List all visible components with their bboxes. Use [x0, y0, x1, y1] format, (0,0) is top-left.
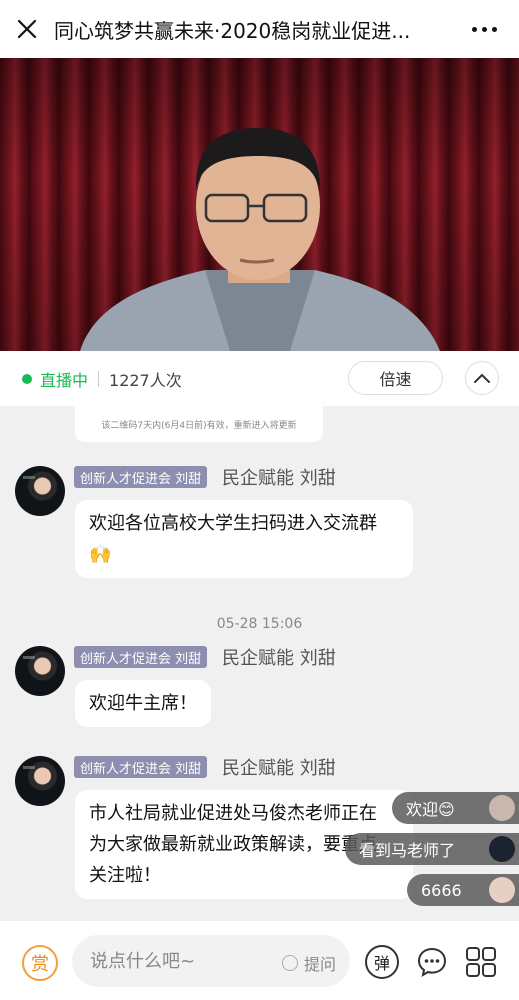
avatar	[489, 795, 515, 821]
danmu-icon: 弹	[365, 945, 399, 979]
viewer-count: 1227人次	[109, 370, 182, 390]
live-indicator-icon	[22, 373, 32, 384]
collapse-button[interactable]	[465, 361, 499, 395]
timestamp: 05-28 15:06	[216, 616, 303, 632]
danmu-item: 欢迎😊	[392, 792, 519, 824]
close-icon	[17, 19, 37, 39]
sender-name: 民企赋能 刘甜	[222, 758, 336, 779]
danmu-text: 6666	[421, 880, 462, 900]
qr-image-caption[interactable]: 该二维码7天内(6月4日前)有效，重新进入将更新	[75, 406, 323, 442]
chat-list[interactable]: 该二维码7天内(6月4日前)有效，重新进入将更新 创新人才促进会 刘甜 民企赋能…	[0, 406, 519, 921]
live-video[interactable]	[0, 58, 519, 351]
grid-icon	[466, 947, 496, 977]
live-status: 直播中	[40, 370, 89, 390]
sender-tag: 创新人才促进会 刘甜	[74, 646, 208, 668]
comment-input[interactable]	[90, 947, 270, 975]
avatar	[489, 877, 515, 903]
bottom-toolbar: 赏 提问 弹	[0, 921, 519, 1000]
chat-button[interactable]	[415, 945, 449, 979]
danmu-item: 看到马老师了	[345, 833, 519, 865]
danmu-item: 6666	[407, 874, 519, 906]
chat-bubble-icon	[417, 947, 447, 978]
presenter-image	[80, 128, 440, 351]
message-bubble: 欢迎各位高校大学生扫码进入交流群 🙌	[75, 500, 413, 578]
message-text: 关注啦！	[89, 865, 161, 886]
live-status-bar: 直播中 1227人次 倍速	[0, 351, 519, 406]
sender-name: 民企赋能 刘甜	[222, 648, 336, 669]
emoji: 🙌	[89, 544, 112, 565]
sender-name: 民企赋能 刘甜	[222, 468, 336, 489]
message-text: 欢迎各位高校大学生扫码进入交流群	[89, 513, 377, 534]
avatar[interactable]	[15, 466, 65, 516]
page-title: 同心筑梦共赢未来·2020稳岗就业促进...	[54, 18, 411, 43]
danmu-toggle-button[interactable]: 弹	[365, 945, 399, 979]
avatar[interactable]	[15, 646, 65, 696]
divider	[98, 370, 100, 387]
reward-button[interactable]: 赏	[22, 945, 58, 981]
sender-tag: 创新人才促进会 刘甜	[74, 756, 208, 778]
radio-icon	[281, 955, 298, 971]
avatar[interactable]	[15, 756, 65, 806]
ask-label: 提问	[303, 955, 336, 974]
close-button[interactable]	[0, 0, 54, 58]
more-button[interactable]	[467, 14, 501, 44]
avatar	[489, 836, 515, 862]
ask-toggle[interactable]: 提问	[281, 951, 336, 975]
playback-speed-button[interactable]: 倍速	[348, 361, 443, 395]
message-bubble: 欢迎牛主席！	[75, 680, 211, 727]
chevron-up-icon	[474, 373, 490, 383]
top-bar: 同心筑梦共赢未来·2020稳岗就业促进...	[0, 0, 519, 58]
more-icon	[471, 26, 477, 32]
comment-input-box[interactable]: 提问	[72, 935, 350, 987]
more-features-button[interactable]	[464, 945, 498, 979]
danmu-text: 看到马老师了	[359, 841, 456, 860]
danmu-text: 欢迎😊	[406, 800, 455, 819]
sender-tag: 创新人才促进会 刘甜	[74, 466, 208, 488]
message-text: 市人社局就业促进处马俊杰老师正在	[89, 803, 377, 824]
message-text: 欢迎牛主席！	[89, 693, 197, 714]
